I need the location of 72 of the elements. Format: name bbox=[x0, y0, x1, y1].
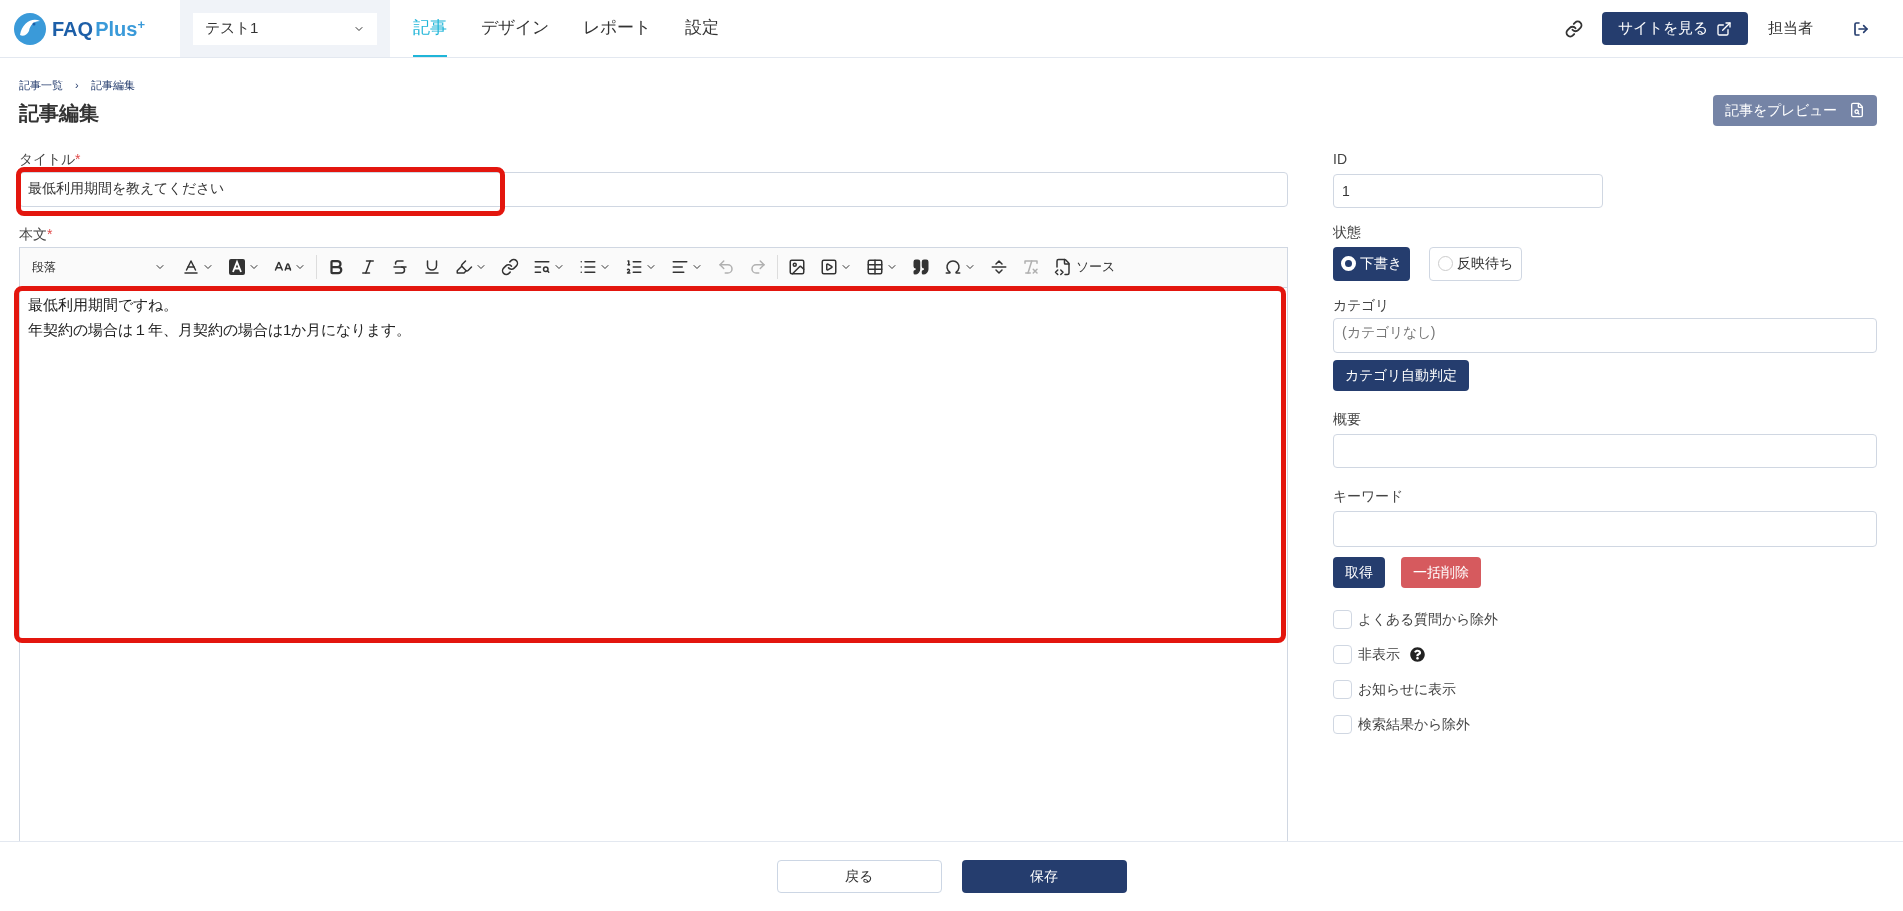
nav-tab[interactable]: 設定 bbox=[685, 0, 719, 57]
checkbox[interactable] bbox=[1333, 680, 1352, 699]
checkbox-label[interactable]: 非表示 bbox=[1358, 644, 1400, 665]
logout-icon[interactable] bbox=[1853, 20, 1869, 37]
id-label: ID bbox=[1333, 149, 1348, 169]
highlighter-icon bbox=[455, 258, 473, 276]
auto-categorize-button[interactable]: カテゴリ自動判定 bbox=[1333, 359, 1469, 391]
checkbox[interactable] bbox=[1333, 610, 1352, 629]
keyword-input[interactable] bbox=[1333, 510, 1877, 547]
source-code-icon bbox=[1054, 258, 1072, 276]
quote-icon bbox=[912, 258, 930, 276]
image-icon bbox=[788, 258, 806, 276]
preview-button[interactable]: 記事をプレビュー bbox=[1713, 94, 1877, 126]
body-paragraph: 年契約の場合は１年、月契約の場合は1か月になります。 bbox=[28, 319, 413, 340]
clear-all-button[interactable]: 一括削除 bbox=[1401, 556, 1481, 588]
user-name[interactable]: 担当者 bbox=[1768, 17, 1813, 40]
breadcrumb-current: 記事編集 bbox=[90, 78, 135, 93]
find-icon bbox=[533, 258, 551, 276]
status-radio-button[interactable]: 下書き bbox=[1333, 246, 1410, 281]
save-button[interactable]: 保存 bbox=[961, 860, 1127, 893]
breadcrumb-link[interactable]: 記事一覧 bbox=[19, 77, 63, 94]
breadcrumb-separator: › bbox=[75, 78, 79, 93]
omega-icon bbox=[944, 258, 962, 276]
paragraph-style-dropdown[interactable]: 段落 bbox=[24, 253, 174, 281]
page-title: 記事編集 bbox=[19, 100, 100, 126]
category-label: カテゴリ bbox=[1333, 295, 1390, 315]
link-icon[interactable] bbox=[1565, 19, 1583, 38]
bulleted-list-icon bbox=[579, 258, 597, 276]
summary-label: 概要 bbox=[1333, 409, 1362, 429]
logo-text: FAQPlus$^{+}$ bbox=[52, 16, 145, 42]
category-field[interactable]: (カテゴリなし) bbox=[1333, 317, 1877, 353]
italic-icon bbox=[359, 258, 377, 276]
body-label: 本文* bbox=[19, 224, 54, 244]
external-link-icon bbox=[1716, 20, 1732, 37]
underline-icon bbox=[423, 258, 441, 276]
view-site-button[interactable]: サイトを見る bbox=[1602, 12, 1748, 45]
nav-tab[interactable]: デザイン bbox=[481, 0, 549, 57]
radio-icon bbox=[1341, 256, 1356, 271]
title-input[interactable]: 最低利用期間を教えてください bbox=[19, 171, 1288, 207]
media-icon bbox=[820, 258, 838, 276]
checkbox[interactable] bbox=[1333, 715, 1352, 734]
numbered-list-icon bbox=[625, 258, 643, 276]
keyword-label: キーワード bbox=[1333, 486, 1404, 506]
checkbox-label[interactable]: よくある質問から除外 bbox=[1358, 609, 1498, 630]
bold-icon bbox=[327, 258, 345, 276]
font-background-icon bbox=[228, 258, 246, 276]
file-search-icon bbox=[1849, 102, 1865, 118]
checkbox[interactable] bbox=[1333, 645, 1352, 664]
fetch-button[interactable]: 取得 bbox=[1333, 556, 1385, 588]
nav-tab[interactable]: レポート bbox=[583, 0, 651, 57]
strikethrough-icon bbox=[391, 258, 409, 276]
link-icon bbox=[501, 258, 519, 276]
page-break-icon bbox=[990, 258, 1008, 276]
help-icon[interactable] bbox=[1410, 647, 1425, 662]
checkbox-label[interactable]: 検索結果から除外 bbox=[1358, 714, 1470, 735]
redo-icon bbox=[749, 258, 767, 276]
remove-format-icon bbox=[1022, 258, 1040, 276]
undo-icon bbox=[717, 258, 735, 276]
source-button[interactable]: ソース bbox=[1048, 253, 1121, 281]
body-paragraph: 最低利用期間ですね。 bbox=[28, 294, 179, 315]
back-button[interactable]: 戻る bbox=[776, 860, 942, 893]
status-radio-button[interactable]: 反映待ち bbox=[1429, 246, 1522, 281]
summary-input[interactable] bbox=[1333, 433, 1877, 468]
table-icon bbox=[866, 258, 884, 276]
id-input[interactable]: 1 bbox=[1333, 173, 1603, 208]
font-color-icon bbox=[182, 258, 200, 276]
dolphin-logo-icon bbox=[12, 10, 48, 47]
site-select[interactable]: テスト1 bbox=[193, 12, 377, 45]
align-left-icon bbox=[671, 258, 689, 276]
checkbox-label[interactable]: お知らせに表示 bbox=[1358, 679, 1456, 700]
title-label: タイトル* bbox=[19, 149, 82, 169]
status-label: 状態 bbox=[1333, 222, 1362, 242]
